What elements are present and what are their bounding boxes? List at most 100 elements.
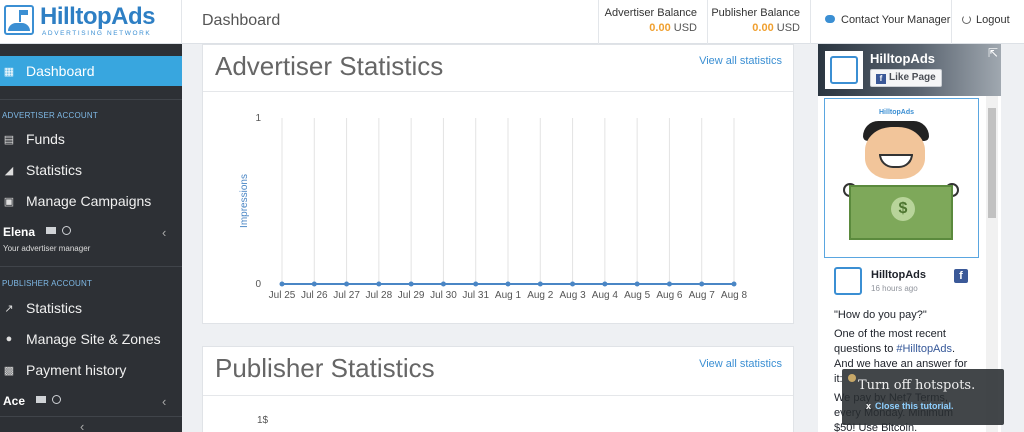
sidebar-item-label: Statistics (26, 162, 83, 178)
x-tick-label: Jul 27 (333, 290, 360, 301)
x-tick-label: Jul 25 (269, 290, 296, 301)
sidebar-item-manage-campaigns[interactable]: ▣ Manage Campaigns (0, 186, 182, 216)
envelope-icon[interactable] (36, 396, 46, 403)
data-point (440, 281, 446, 287)
advertiser-balance-label: Advertiser Balance (604, 7, 697, 19)
y-axis-label: Impressions (239, 174, 250, 228)
sidebar: ▦ Dashboard ADVERTISER ACCOUNT ▤ Funds ◢… (0, 44, 182, 432)
sidebar-item-label: Payment history (26, 362, 127, 378)
grid-icon: ▦ (3, 66, 15, 78)
publisher-manager-name: Ace (3, 394, 26, 408)
y-tick-label: 0 (255, 279, 261, 290)
credit-card-icon: ▤ (3, 134, 15, 146)
contact-manager-button[interactable]: Contact Your Manager (810, 0, 951, 44)
advertiser-balance-amount: 0.00 (649, 22, 671, 34)
like-page-label: Like Page (889, 72, 936, 83)
advertiser-manager-subtitle: Your advertiser manager (3, 244, 91, 253)
contact-manager-label: Contact Your Manager (841, 14, 951, 26)
x-tick-label: Aug 5 (624, 290, 651, 301)
data-point (570, 281, 576, 287)
post-hashtag[interactable]: #HilltopAds (896, 343, 952, 355)
post-author[interactable]: HilltopAds (871, 269, 926, 281)
publisher-view-all-link[interactable]: View all statistics (699, 358, 782, 370)
data-point (473, 281, 479, 287)
globe-icon: ● (5, 333, 13, 345)
post-quote: "How do you pay?" (834, 309, 927, 321)
chevron-left-icon[interactable]: ‹ (162, 394, 166, 409)
sidebar-item-label: Statistics (26, 300, 83, 316)
advertiser-balance-currency: USD (673, 22, 697, 34)
x-tick-label: Aug 1 (495, 290, 522, 301)
close-tutorial-link[interactable]: x Close this tutorial. (866, 401, 954, 411)
sidebar-item-dashboard[interactable]: ▦ Dashboard (0, 56, 182, 86)
page-title: Dashboard (202, 12, 281, 29)
money-icon: ▩ (3, 365, 15, 377)
like-page-button[interactable]: f Like Page (870, 69, 942, 87)
data-point (344, 281, 350, 287)
sidebar-item-label: Manage Site & Zones (26, 331, 161, 347)
publisher-balance-currency: USD (776, 22, 800, 34)
data-point (408, 281, 414, 287)
x-tick-label: Aug 6 (656, 290, 683, 301)
publisher-manager-contacts[interactable] (36, 395, 61, 407)
logo[interactable]: HilltopAds ADVERTISING NETWORK (0, 0, 182, 44)
chevron-left-icon[interactable]: ‹ (162, 225, 166, 240)
sidebar-item-payment-history[interactable]: ▩ Payment history (0, 355, 182, 385)
sidebar-item-publisher-statistics[interactable]: ↗ Statistics (0, 293, 182, 323)
hilltop-logo-icon (4, 5, 34, 35)
publisher-section-title: PUBLISHER ACCOUNT (2, 279, 93, 288)
hotspot-icon (848, 374, 856, 382)
publisher-balance-label: Publisher Balance (711, 7, 800, 19)
x-tick-label: Jul 30 (430, 290, 457, 301)
area-chart-icon: ◢ (4, 165, 14, 177)
x-tick-label: Aug 7 (689, 290, 716, 301)
facebook-page-banner[interactable]: HilltopAds f Like Page ⇱ (818, 44, 1001, 96)
divider (0, 266, 182, 267)
post-author-avatar[interactable] (834, 267, 862, 295)
close-icon[interactable]: x (866, 401, 871, 411)
advertiser-balance[interactable]: Advertiser Balance 0.00 USD (598, 0, 707, 44)
publisher-statistics-card: Publisher Statistics View all statistics… (202, 346, 794, 432)
power-icon (962, 15, 971, 24)
data-point (311, 281, 317, 287)
x-tick-label: Jul 31 (462, 290, 489, 301)
x-tick-label: Jul 29 (398, 290, 425, 301)
data-point (376, 281, 382, 287)
facebook-icon: f (876, 74, 886, 84)
promo-image[interactable]: HilltopAds $ (824, 98, 979, 258)
publisher-chart-y-tick: 1$ (257, 415, 269, 426)
share-icon[interactable]: ⇱ (988, 46, 998, 60)
sidebar-item-funds[interactable]: ▤ Funds (0, 124, 182, 154)
advertiser-statistics-card: Advertiser Statistics View all statistic… (202, 44, 794, 324)
publisher-balance[interactable]: Publisher Balance 0.00 USD (707, 0, 810, 44)
skype-icon[interactable] (62, 226, 71, 235)
line-chart-icon: ↗ (4, 303, 14, 315)
data-point (666, 281, 672, 287)
sidebar-item-label: Funds (26, 131, 65, 147)
divider (0, 99, 182, 100)
briefcase-icon: ▣ (3, 196, 15, 208)
brand-tagline: ADVERTISING NETWORK (42, 30, 152, 37)
skype-icon[interactable] (52, 395, 61, 404)
facebook-icon: f (954, 269, 968, 283)
divider (0, 416, 182, 417)
promo-brand: HilltopAds (879, 109, 914, 116)
data-point (505, 281, 511, 287)
sidebar-item-manage-sites[interactable]: ● Manage Site & Zones (0, 324, 182, 354)
publisher-balance-amount: 0.00 (752, 22, 774, 34)
post-time[interactable]: 16 hours ago (871, 284, 918, 293)
envelope-icon[interactable] (46, 227, 56, 234)
turn-off-hotspots[interactable]: Turn off hotspots. (858, 378, 975, 393)
card-divider (203, 395, 793, 396)
sidebar-item-label: Manage Campaigns (26, 193, 152, 209)
tutorial-popup: Turn off hotspots. x Close this tutorial. (842, 369, 1004, 425)
logout-button[interactable]: Logout (951, 0, 1024, 44)
x-tick-label: Jul 28 (366, 290, 393, 301)
advertiser-manager-contacts[interactable] (46, 226, 71, 238)
facebook-page-name[interactable]: HilltopAds (870, 51, 935, 66)
dollar-icon: $ (891, 197, 915, 221)
sidebar-item-advertiser-statistics[interactable]: ◢ Statistics (0, 155, 182, 185)
collapse-chevron-icon[interactable]: ‹ (80, 419, 84, 432)
x-tick-label: Aug 8 (721, 290, 748, 301)
data-point (731, 281, 737, 287)
